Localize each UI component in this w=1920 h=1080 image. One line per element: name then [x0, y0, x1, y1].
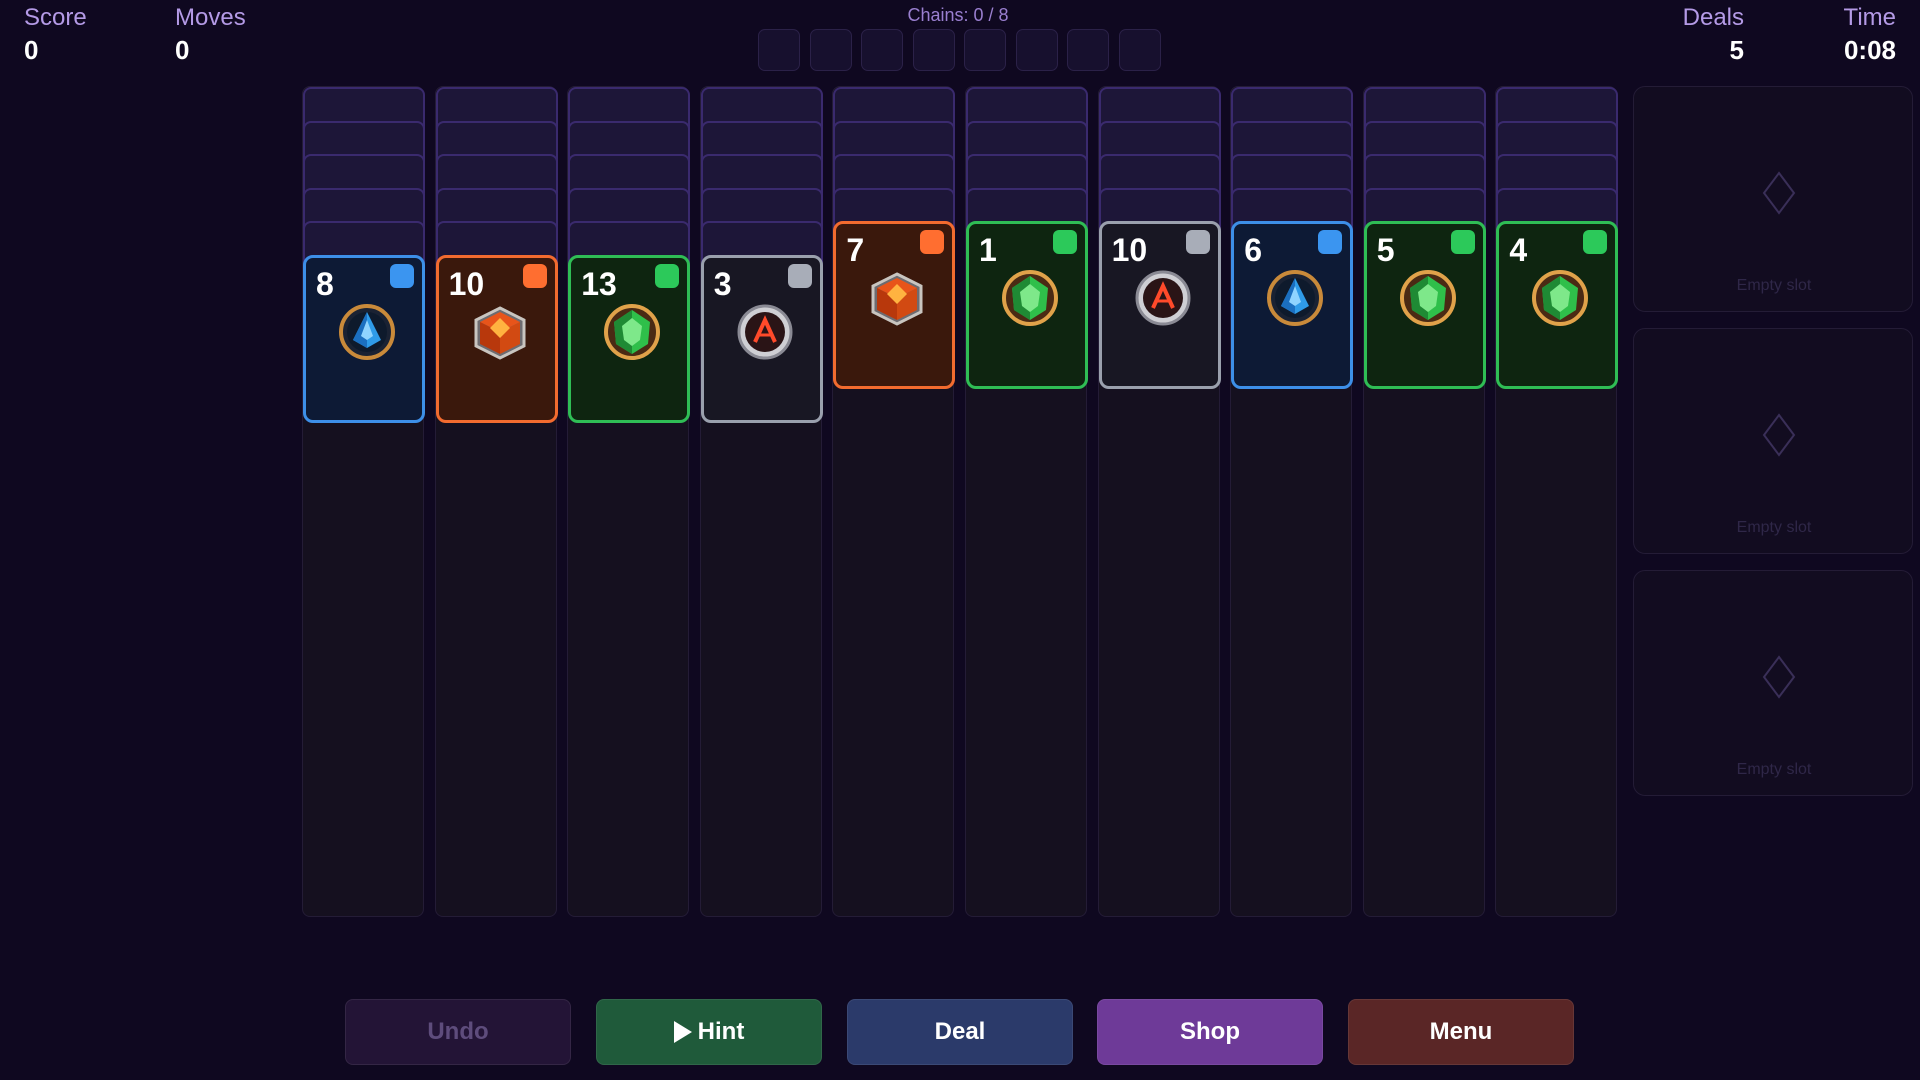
hint-button[interactable]: Hint — [596, 999, 822, 1065]
tableau-column[interactable]: 5 — [1362, 86, 1486, 917]
score-value: 0 — [24, 35, 39, 65]
time-stat: Time 0:08 — [1800, 4, 1896, 66]
card[interactable]: 7 — [833, 221, 956, 389]
emerald-gem-icon — [1000, 268, 1060, 328]
card[interactable]: 13 — [568, 254, 691, 423]
card-rank: 10 — [448, 265, 485, 302]
tableau-column[interactable]: 6 — [1230, 86, 1354, 917]
diamond-icon — [1762, 413, 1796, 457]
card[interactable]: 4 — [1496, 221, 1619, 389]
undo-label: Undo — [427, 1018, 489, 1045]
obsidian-rune-gem-icon — [735, 302, 795, 362]
tableau-column[interactable]: 10 — [1097, 86, 1221, 917]
empty-slot[interactable]: Empty slot — [1633, 328, 1913, 554]
emerald-gem-icon — [1398, 268, 1458, 328]
suit-badge-icon — [920, 230, 945, 254]
deal-button[interactable]: Deal — [847, 999, 1073, 1065]
card-rank: 5 — [1376, 232, 1395, 268]
suit-badge-icon — [1053, 230, 1077, 254]
card[interactable]: 5 — [1363, 221, 1486, 389]
card[interactable]: 10 — [435, 254, 558, 423]
tableau-column[interactable]: 13 — [567, 86, 691, 917]
fire-cube-gem-icon — [867, 268, 927, 328]
card-rank: 10 — [1111, 232, 1148, 268]
obsidian-rune-gem-icon — [1133, 268, 1193, 328]
deals-stat: Deals 5 — [1650, 4, 1744, 66]
time-label: Time — [1843, 4, 1896, 31]
tableau-column[interactable]: 1 — [965, 86, 1088, 917]
chain-slot — [758, 29, 800, 71]
time-value: 0:08 — [1843, 35, 1896, 65]
card[interactable]: 8 — [303, 254, 425, 423]
slot-label: Empty slot — [1736, 277, 1812, 294]
card-rank: 3 — [713, 265, 732, 302]
shop-label: Shop — [1180, 1018, 1240, 1045]
suit-badge-icon — [390, 263, 414, 288]
tableau-column[interactable]: 7 — [832, 86, 956, 917]
emerald-gem-icon — [1530, 268, 1590, 328]
blue-crystal-gem-icon — [337, 302, 397, 362]
chain-slot — [1118, 29, 1161, 71]
suit-badge-icon — [1318, 230, 1343, 254]
chain-slot — [809, 29, 852, 71]
chain-slot — [912, 29, 955, 71]
card[interactable]: 6 — [1231, 221, 1354, 389]
card-rank: 1 — [979, 232, 997, 268]
suit-badge-icon — [522, 263, 547, 288]
blue-crystal-gem-icon — [1265, 268, 1325, 328]
diamond-icon — [1762, 171, 1796, 215]
chain-slot — [1015, 29, 1058, 71]
card-rank: 7 — [846, 232, 865, 268]
emerald-gem-icon — [602, 302, 662, 362]
tableau-column[interactable]: 4 — [1495, 86, 1619, 917]
moves-stat: Moves 0 — [175, 4, 246, 66]
suit-badge-icon — [787, 263, 812, 288]
slot-label: Empty slot — [1736, 519, 1812, 536]
score-stat: Score 0 — [24, 4, 87, 66]
card-rank: 6 — [1244, 232, 1262, 268]
card-rank: 4 — [1509, 232, 1528, 268]
deals-value: 5 — [1729, 35, 1744, 65]
menu-button[interactable]: Menu — [1348, 999, 1574, 1065]
chains-label: Chains: 0 / 8 — [907, 5, 1009, 25]
fire-cube-gem-icon — [470, 302, 530, 362]
card[interactable]: 1 — [966, 221, 1088, 389]
deal-label: Deal — [934, 1018, 986, 1045]
tableau-column[interactable]: 10 — [434, 86, 558, 917]
tableau-column[interactable]: 8 — [302, 86, 425, 917]
score-label: Score — [24, 4, 87, 31]
menu-label: Menu — [1429, 1018, 1493, 1045]
undo-button[interactable]: Undo — [345, 999, 571, 1065]
suit-badge-icon — [1185, 230, 1210, 254]
moves-value: 0 — [175, 35, 190, 65]
tableau-column[interactable]: 3 — [699, 86, 823, 917]
chain-slot — [861, 29, 903, 71]
suit-badge-icon — [1450, 230, 1475, 254]
card[interactable]: 10 — [1098, 221, 1221, 389]
deals-label: Deals — [1682, 4, 1744, 31]
diamond-icon — [1762, 655, 1796, 699]
shop-button[interactable]: Shop — [1097, 999, 1323, 1065]
suit-badge-icon — [655, 263, 680, 288]
empty-slot[interactable]: Empty slot — [1633, 570, 1913, 796]
hint-label: Hint — [697, 1018, 745, 1045]
chain-slot — [1067, 29, 1109, 71]
play-icon — [673, 1021, 692, 1043]
empty-slot[interactable]: Empty slot — [1633, 86, 1913, 312]
slot-label: Empty slot — [1736, 761, 1812, 778]
chain-slot — [964, 29, 1006, 71]
moves-label: Moves — [175, 4, 246, 31]
card[interactable]: 3 — [700, 254, 823, 423]
card-rank: 13 — [581, 265, 617, 302]
suit-badge-icon — [1583, 230, 1608, 254]
card-rank: 8 — [316, 265, 334, 302]
